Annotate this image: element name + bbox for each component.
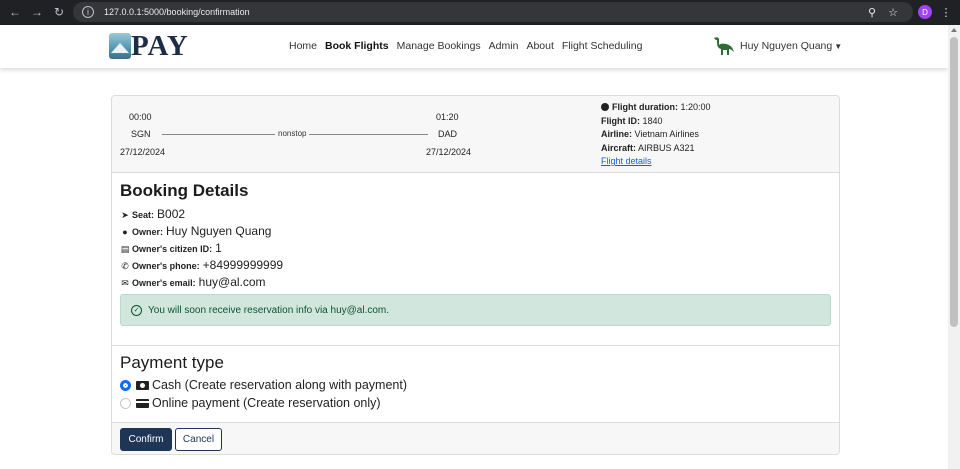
depart-date: 27/12/2024 bbox=[120, 147, 166, 157]
online-label[interactable]: Online payment (Create reservation only) bbox=[152, 396, 381, 410]
phone-row: ✆ Owner's phone: +84999999999 bbox=[121, 258, 284, 272]
card-footer: Confirm Cancel bbox=[112, 422, 839, 454]
owner-row: ● Owner: Huy Nguyen Quang bbox=[120, 224, 271, 238]
zoom-icon[interactable]: ⚲ bbox=[864, 4, 880, 20]
nav-about[interactable]: About bbox=[526, 40, 553, 52]
browser-toolbar: ← → ↻ i 127.0.0.1:5000/booking/confirmat… bbox=[0, 0, 960, 25]
scroll-up-arrow-icon[interactable] bbox=[951, 28, 957, 32]
cancel-button[interactable]: Cancel bbox=[175, 428, 222, 451]
site-info-icon[interactable]: i bbox=[82, 6, 94, 18]
cash-radio[interactable] bbox=[120, 379, 131, 391]
flight-duration: Flight duration: 1:20:00 bbox=[601, 102, 711, 112]
plane-icon: ➤ bbox=[121, 210, 129, 220]
bookmark-star-icon[interactable]: ☆ bbox=[885, 4, 901, 20]
success-alert: ✓ You will soon receive reservation info… bbox=[120, 294, 831, 326]
citizen-id-row: ▤ Owner's citizen ID: 1 bbox=[120, 241, 222, 255]
flight-details-link[interactable]: Flight details bbox=[601, 156, 652, 166]
address-bar[interactable]: i 127.0.0.1:5000/booking/confirmation bbox=[73, 2, 913, 22]
user-icon: ● bbox=[122, 227, 128, 237]
logo-text: PAY bbox=[131, 30, 189, 62]
site-logo[interactable]: PAY bbox=[109, 31, 189, 61]
nav-book-flights[interactable]: Book Flights bbox=[325, 40, 389, 52]
reload-icon[interactable]: ↻ bbox=[51, 4, 67, 20]
profile-avatar[interactable]: D bbox=[918, 5, 932, 19]
browser-menu-icon[interactable]: ⋮ bbox=[938, 4, 954, 20]
confirm-button[interactable]: Confirm bbox=[120, 428, 172, 451]
destination-code: DAD bbox=[438, 129, 458, 139]
user-name: Huy Nguyen Quang bbox=[740, 40, 833, 52]
arrive-time: 01:20 bbox=[436, 112, 459, 122]
check-circle-icon: ✓ bbox=[131, 304, 142, 316]
url-text[interactable]: 127.0.0.1:5000/booking/confirmation bbox=[104, 7, 250, 17]
route-label: nonstop bbox=[275, 129, 310, 138]
main-menu: Home Book Flights Manage Bookings Admin … bbox=[289, 40, 650, 52]
id-card-icon: ▤ bbox=[120, 244, 130, 254]
flight-airline: Airline: Vietnam Airlines bbox=[601, 129, 699, 139]
scroll-thumb[interactable] bbox=[950, 37, 958, 327]
flight-id: Flight ID: 1840 bbox=[601, 116, 663, 126]
depart-time: 00:00 bbox=[129, 112, 152, 122]
booking-card: 00:00 01:20 SGN nonstop DAD 27/12/2024 2… bbox=[111, 95, 840, 455]
booking-details-title: Booking Details bbox=[120, 181, 249, 200]
nav-admin[interactable]: Admin bbox=[489, 40, 519, 52]
phone-icon: ✆ bbox=[121, 261, 129, 271]
cash-label[interactable]: Cash (Create reservation along with paym… bbox=[152, 378, 407, 392]
seat-row: ➤ Seat: B002 bbox=[121, 207, 186, 221]
nav-home[interactable]: Home bbox=[289, 40, 317, 52]
forward-icon[interactable]: → bbox=[29, 4, 45, 20]
back-icon[interactable]: ← bbox=[7, 4, 23, 20]
clock-icon bbox=[601, 103, 609, 111]
flight-details-link-row: Flight details bbox=[601, 156, 652, 166]
user-menu[interactable]: Huy Nguyen Quang ▼ bbox=[712, 35, 842, 57]
origin-code: SGN bbox=[131, 129, 151, 139]
online-radio[interactable] bbox=[120, 397, 131, 409]
envelope-icon: ✉ bbox=[121, 278, 129, 288]
flight-aircraft: Aircraft: AIRBUS A321 bbox=[601, 143, 695, 153]
money-bill-icon bbox=[136, 380, 149, 390]
arrive-date: 27/12/2024 bbox=[426, 147, 472, 157]
app-navbar: PAY Home Book Flights Manage Bookings Ad… bbox=[0, 25, 948, 68]
flight-summary: 00:00 01:20 SGN nonstop DAD 27/12/2024 2… bbox=[112, 96, 839, 173]
nav-flight-scheduling[interactable]: Flight Scheduling bbox=[562, 40, 643, 52]
payment-option-cash[interactable]: Cash (Create reservation along with paym… bbox=[120, 378, 407, 392]
credit-card-icon bbox=[136, 398, 149, 408]
dinosaur-avatar-icon bbox=[714, 37, 734, 55]
nav-manage-bookings[interactable]: Manage Bookings bbox=[397, 40, 481, 52]
payment-option-online[interactable]: Online payment (Create reservation only) bbox=[120, 396, 381, 410]
section-divider bbox=[112, 345, 839, 346]
payment-type-title: Payment type bbox=[120, 353, 224, 372]
caret-down-icon: ▼ bbox=[834, 41, 843, 51]
logo-mountain-icon bbox=[109, 33, 131, 59]
alert-text: You will soon receive reservation info v… bbox=[148, 304, 390, 316]
page-scrollbar[interactable] bbox=[948, 25, 960, 469]
email-row: ✉ Owner's email: huy@al.com bbox=[121, 275, 266, 289]
